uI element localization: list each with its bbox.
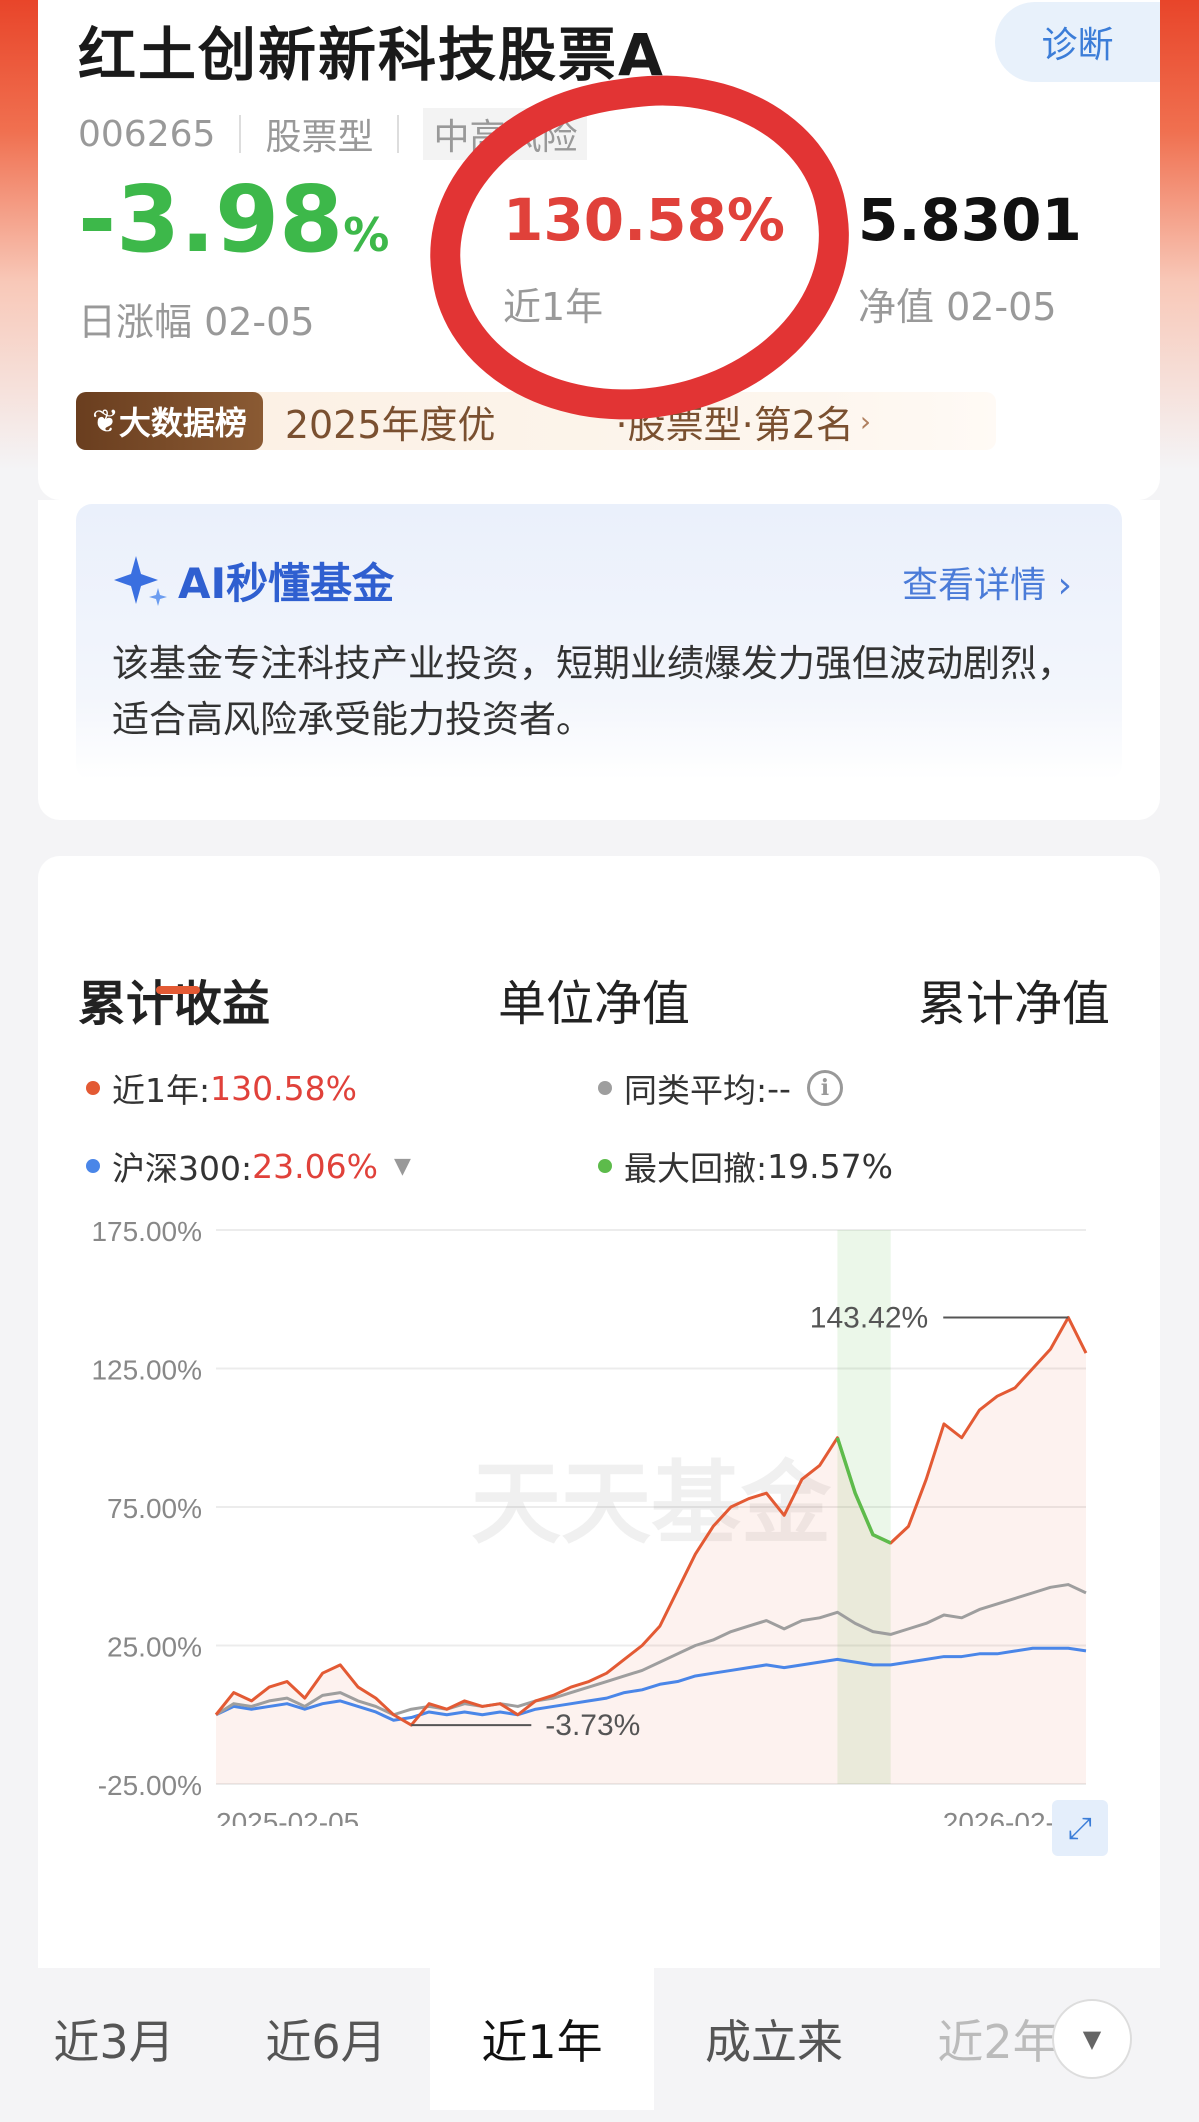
legend-average: 同类平均: -- i (598, 1064, 843, 1112)
legend-fund: 近1年: 130.58% (86, 1064, 357, 1112)
y-tick-label: -25.00% (98, 1770, 202, 1801)
y-tick-label: 25.00% (107, 1632, 202, 1663)
ai-summary-panel: AI秒懂基金 查看详情 › 该基金专注科技产业投资，短期业绩爆发力强但波动剧烈，… (76, 504, 1122, 780)
period-3m[interactable]: 近3月 (38, 1968, 214, 2110)
ranking-badge-label: 大数据榜 (118, 404, 247, 442)
nav-stat: 5.8301 净值 02-05 (858, 170, 1082, 331)
y-tick-label: 75.00% (107, 1493, 202, 1524)
period-since-inception[interactable]: 成立来 (662, 1968, 886, 2110)
divider (239, 115, 242, 153)
info-icon[interactable]: i (806, 1070, 843, 1106)
min-label: -3.73% (545, 1709, 640, 1742)
fund-header-card: 红土创新新科技股票A 诊断 006265 股票型 中高风险 -3.98% 日涨幅… (38, 0, 1160, 500)
ai-header: AI秒懂基金 (112, 550, 394, 611)
ranking-badge: ❦ 大数据榜 (76, 392, 263, 450)
return-chart[interactable]: 175.00% 125.00% 75.00% 25.00% -25.00% 2025-02… (38, 1206, 1160, 1826)
period-1y[interactable]: 近1年 (430, 1968, 654, 2110)
fund-type: 股票型 (265, 117, 374, 158)
tab-unit-nav[interactable]: 单位净值 (498, 964, 690, 1034)
ai-title: AI秒懂基金 (178, 559, 395, 608)
chart-card: 累计收益 单位净值 累计净值 近1年: 130.58% 同类平均: -- i 沪深3… (38, 856, 1160, 2006)
fund-name: 红土创新新科技股票A (78, 21, 665, 89)
chevron-down-icon[interactable]: ▼ (1052, 1999, 1132, 2079)
sparkle-icon (114, 555, 167, 606)
view-details-link[interactable]: 查看详情 › (902, 556, 1072, 608)
legend-drawdown: 最大回撤: 19.57% (598, 1142, 893, 1190)
y-tick-label: 175.00% (91, 1216, 202, 1247)
tab-cumulative-return[interactable]: 累计收益 (78, 964, 270, 1034)
chevron-right-icon: › (1057, 565, 1072, 606)
diagnose-button[interactable]: 诊断 (995, 2, 1160, 82)
legend-dot (598, 1159, 612, 1173)
active-tab-indicator (156, 986, 200, 994)
nav-label: 净值 02-05 (858, 285, 1057, 329)
max-label: 143.42% (810, 1301, 928, 1334)
day-change-value: -3.98% (78, 166, 390, 273)
nav-value: 5.8301 (858, 186, 1082, 254)
chart-tabs: 累计收益 单位净值 累计净值 (38, 916, 1160, 1032)
divider (397, 115, 400, 153)
ai-summary-card: AI秒懂基金 查看详情 › 该基金专注科技产业投资，短期业绩爆发力强但波动剧烈，… (38, 500, 1160, 820)
tab-cumulative-nav[interactable]: 累计净值 (918, 964, 1110, 1034)
expand-icon[interactable]: ⤢ (1052, 1800, 1108, 1856)
period-selector: 近3月 近6月 近1年 成立来 近2年 (38, 1968, 1160, 2122)
legend-dot (86, 1081, 100, 1095)
legend-dot (598, 1081, 612, 1095)
caret-down-icon: ▼ (393, 1153, 411, 1179)
laurel-icon: ❦ (92, 402, 119, 440)
day-change-stat: -3.98% 日涨幅 02-05 (78, 170, 389, 346)
period-6m[interactable]: 近6月 (214, 1968, 438, 2110)
x-tick-label: 2025-02-05 (216, 1807, 359, 1826)
chevron-right-icon: › (859, 404, 872, 438)
ai-summary-text: 该基金专注科技产业投资，短期业绩爆发力强但波动剧烈，适合高风险承受能力投资者。 (112, 642, 1074, 741)
fund-code: 006265 (78, 113, 216, 155)
legend-dot (86, 1159, 100, 1173)
y-tick-label: 125.00% (91, 1355, 202, 1386)
day-change-label: 日涨幅 02-05 (78, 300, 315, 344)
legend-index[interactable]: 沪深300: 23.06% ▼ (86, 1142, 411, 1190)
